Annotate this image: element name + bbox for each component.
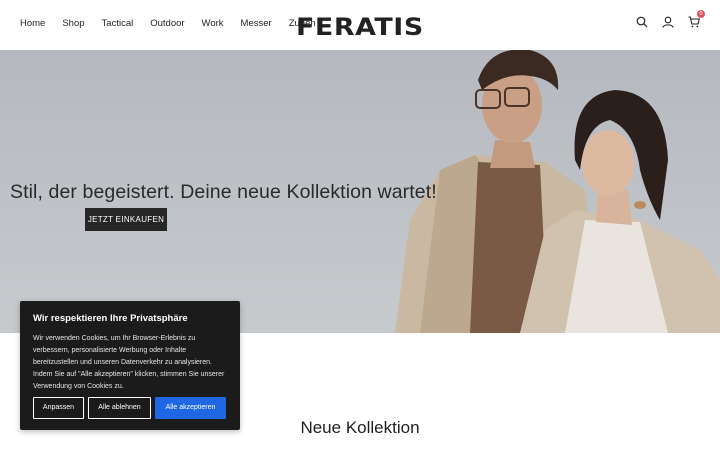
header-icons: 0 xyxy=(636,10,705,28)
nav-shop[interactable]: Shop xyxy=(62,18,84,29)
site-logo[interactable]: FERATIS xyxy=(296,13,424,41)
hero-title: Stil, der begeistert. Deine neue Kollekt… xyxy=(10,181,437,203)
hero-banner: Stil, der begeistert. Deine neue Kollekt… xyxy=(0,50,720,333)
user-icon[interactable] xyxy=(662,16,674,28)
customize-button[interactable]: Anpassen xyxy=(33,397,84,419)
cookie-title: Wir respektieren Ihre Privatsphäre xyxy=(33,313,188,324)
cart-icon[interactable]: 0 xyxy=(688,10,705,28)
nav-tactical[interactable]: Tactical xyxy=(102,18,134,29)
shop-now-button[interactable]: JETZT EINKAUFEN xyxy=(85,208,167,231)
cookie-banner: Wir respektieren Ihre Privatsphäre Wir v… xyxy=(20,301,240,430)
reject-all-button[interactable]: Alle ablehnen xyxy=(88,397,151,419)
nav-work[interactable]: Work xyxy=(202,18,224,29)
cart-count-badge: 0 xyxy=(697,10,705,18)
nav-home[interactable]: Home xyxy=(20,18,45,29)
cookie-text: Wir verwenden Cookies, um Ihr Browser-Er… xyxy=(33,335,225,390)
site-header: Home Shop Tactical Outdoor Work Messer Z… xyxy=(0,0,720,50)
nav-outdoor[interactable]: Outdoor xyxy=(150,18,184,29)
main-nav: Home Shop Tactical Outdoor Work Messer Z… xyxy=(20,18,333,29)
nav-messer[interactable]: Messer xyxy=(241,18,272,29)
cookie-buttons: Anpassen Alle ablehnen Alle akzeptieren xyxy=(33,397,226,419)
accept-all-button[interactable]: Alle akzeptieren xyxy=(155,397,226,419)
search-icon[interactable] xyxy=(636,16,648,28)
